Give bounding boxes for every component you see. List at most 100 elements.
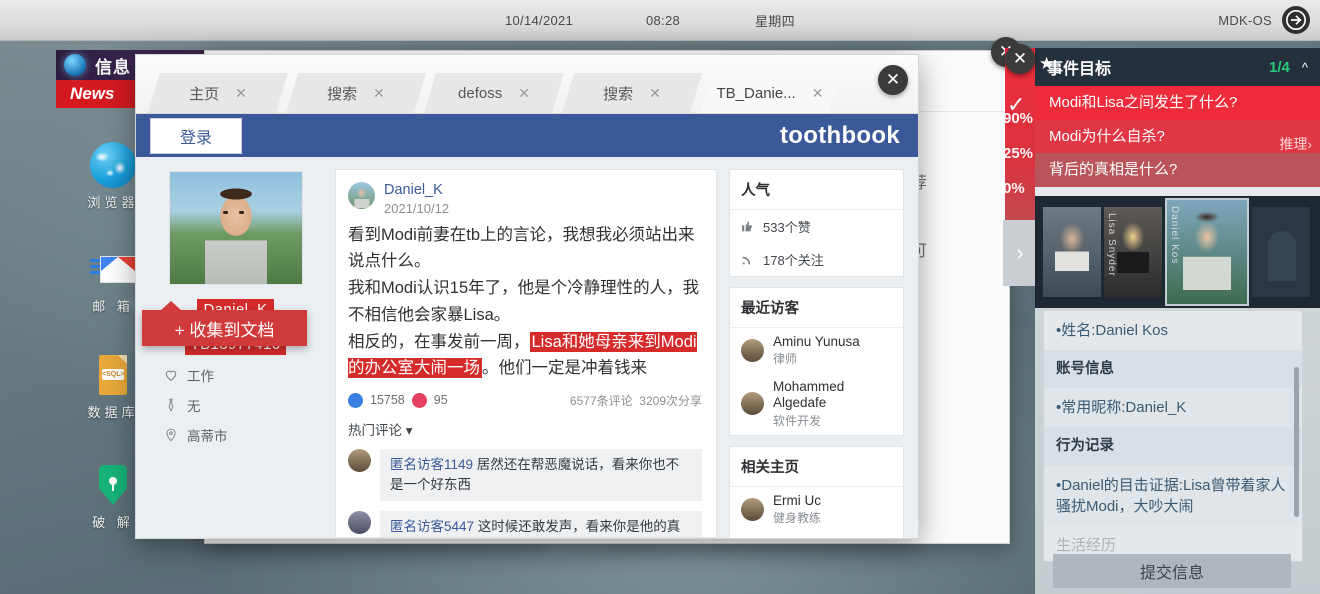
popularity-likes-text: 533个赞 bbox=[763, 220, 811, 235]
visitor-name: Mohammed Algedafe bbox=[773, 379, 845, 411]
hud-close-button[interactable]: ✕ bbox=[1005, 44, 1035, 74]
browser-window[interactable]: 主页 ✕ 搜索 ✕ defoss ✕ 搜索 ✕ TB_Danie... ✕ ✕ … bbox=[135, 54, 919, 539]
site-brand-name: toothbook bbox=[780, 122, 900, 149]
system-time: 08:28 bbox=[646, 12, 681, 28]
info-section-account: 账号信息 bbox=[1044, 350, 1302, 389]
popularity-follows-row: 178个关注 bbox=[730, 243, 903, 276]
suspect-info-box: •姓名:Daniel Kos 账号信息 •常用昵称:Daniel_K 行为记录 … bbox=[1043, 310, 1303, 562]
comment-sort-dropdown[interactable]: 热门评论 ▾ bbox=[348, 419, 702, 439]
popularity-card: 人气 533个赞 178个关注 bbox=[729, 169, 904, 277]
visitor-name: Aminu Yunusa bbox=[773, 334, 860, 349]
post-paragraph-highlighted: 相反的，在事发前一周， Lisa和她母亲来到Modi的办公室大闹一场 。他们一定是冲… bbox=[348, 329, 702, 382]
rss-icon bbox=[742, 256, 751, 265]
suspect-portrait-strip: Lisa Snyder Daniel Kos bbox=[1035, 195, 1320, 308]
suspect-portrait-3-unknown[interactable] bbox=[1252, 206, 1310, 297]
suspect-portrait-0[interactable] bbox=[1043, 206, 1101, 297]
comment-author[interactable]: 匿名访客1149 bbox=[390, 457, 473, 472]
post-author-name[interactable]: Daniel_K bbox=[384, 182, 449, 199]
post-paragraph: 看到Modi前妻在tb上的言论，我想我必须站出来说点什么。 bbox=[348, 225, 695, 271]
comment-item: 匿名访客1149 居然还在帮恶魔说话，看来你也不是一个好东西 bbox=[348, 448, 702, 502]
browser-tab-0[interactable]: 主页 ✕ bbox=[148, 73, 288, 113]
news-widget-title: 信息 bbox=[95, 57, 131, 77]
system-top-bar: 10/14/2021 08:28 星期四 MDK-OS bbox=[0, 0, 1320, 41]
post-like-count: 15758 bbox=[370, 393, 405, 408]
login-button[interactable]: 登录 bbox=[150, 118, 242, 154]
chevron-down-icon: ▾ bbox=[405, 422, 413, 438]
suspect-portrait-label: Daniel Kos bbox=[1169, 205, 1180, 264]
post-paragraph: 我和Modi认识15年了，他是个冷静理性的人，我不相信他会家暴Lisa。 bbox=[348, 279, 700, 324]
post-share-count: 3209次分享 bbox=[639, 393, 702, 408]
progress-percent-3: 0% bbox=[1003, 180, 1025, 197]
hud-header: 事件目标 1/4 ^ bbox=[1035, 48, 1320, 86]
tab-close-icon[interactable]: ✕ bbox=[518, 85, 530, 102]
heart-icon bbox=[165, 370, 177, 381]
related-pages-title: 相关主页 bbox=[730, 447, 903, 487]
post-date: 2021/10/12 bbox=[384, 200, 450, 216]
avatar bbox=[348, 182, 375, 209]
info-section-behavior: 行为记录 bbox=[1044, 427, 1302, 466]
browser-tab-1[interactable]: 搜索 ✕ bbox=[286, 73, 426, 113]
profile-field-value: 工作 bbox=[187, 369, 214, 384]
case-hud-panel: ✕ ★ ✓ 90% 25% 0% › 事件目标 1/4 ^ Modi和Lisa之… bbox=[1003, 44, 1320, 594]
shield-key-icon bbox=[90, 462, 136, 508]
browser-tab-4[interactable]: TB_Danie... ✕ bbox=[700, 73, 840, 113]
progress-percent-1: 90% bbox=[1003, 110, 1034, 127]
tab-close-icon[interactable]: ✕ bbox=[812, 85, 824, 102]
os-logo-icon[interactable] bbox=[1282, 6, 1310, 34]
hud-separator bbox=[1035, 186, 1320, 196]
tab-close-icon[interactable]: ✕ bbox=[373, 85, 385, 102]
related-page-name: Ermi Uc bbox=[773, 492, 821, 508]
mail-icon bbox=[90, 246, 136, 292]
tab-close-icon[interactable]: ✕ bbox=[235, 85, 247, 102]
hud-goal-item[interactable]: 背后的真相是什么? bbox=[1035, 153, 1320, 187]
visitor-role: 软件开发 bbox=[773, 413, 822, 428]
visitor-item[interactable]: Mohammed Algedafe 软件开发 bbox=[730, 373, 903, 434]
globe-icon bbox=[90, 142, 136, 188]
profile-column: Daniel_K TB13977416 工作 无 高蒂市 bbox=[148, 169, 323, 538]
browser-tab-2[interactable]: defoss ✕ bbox=[424, 73, 564, 113]
info-box-scrollbar[interactable] bbox=[1294, 367, 1299, 517]
news-globe-icon bbox=[64, 54, 86, 76]
deduction-button[interactable]: 推理› bbox=[1279, 134, 1312, 154]
hud-goal-item[interactable]: Modi和Lisa之间发生了什么? bbox=[1035, 86, 1320, 120]
heart-icon bbox=[411, 392, 427, 408]
collect-to-document-button[interactable]: + 收集到文档 bbox=[142, 301, 307, 346]
info-row-evidence[interactable]: •Daniel的目击证据:Lisa曾带着家人骚扰Modi，大吵大闹 bbox=[1044, 465, 1302, 526]
site-header: 登录 toothbook bbox=[136, 114, 918, 158]
chevron-up-icon[interactable]: ^ bbox=[1302, 60, 1308, 75]
comment-sort-label: 热门评论 bbox=[348, 422, 402, 438]
related-page-role: 健身教练 bbox=[773, 510, 822, 525]
suspect-portrait-2-selected[interactable]: Daniel Kos bbox=[1165, 197, 1249, 306]
info-row-name: •姓名:Daniel Kos bbox=[1056, 322, 1168, 339]
tab-label: TB_Danie... bbox=[716, 84, 796, 102]
suspect-portrait-label: Lisa Snyder bbox=[1106, 212, 1117, 277]
profile-field-relationship: 无 bbox=[164, 395, 323, 415]
popularity-likes-row: 533个赞 bbox=[730, 210, 903, 243]
visitor-role: 律师 bbox=[773, 352, 798, 367]
profile-field-value: 高蒂市 bbox=[187, 429, 228, 444]
comment-author[interactable]: 匿名访客5447 bbox=[390, 519, 474, 534]
comment-bubble: 匿名访客5447 这时候还敢发声，看来你是他的真心 bbox=[380, 511, 702, 537]
tab-close-icon[interactable]: ✕ bbox=[649, 85, 661, 102]
visitor-item[interactable]: Aminu Yunusa 律师 bbox=[730, 328, 903, 373]
post-comment-count: 6577条评论 bbox=[569, 393, 633, 408]
hud-goal-list: Modi和Lisa之间发生了什么? Modi为什么自杀? 背后的真相是什么? 推… bbox=[1035, 86, 1320, 187]
profile-field-city: 高蒂市 bbox=[164, 425, 323, 445]
progress-percent-2: 25% bbox=[1003, 145, 1034, 162]
post-text-prefix: 相反的，在事发前一周， bbox=[348, 332, 530, 351]
post-stats: 15758 95 6577条评论 3209次分享 bbox=[348, 392, 702, 409]
suspect-portrait-1[interactable]: Lisa Snyder bbox=[1104, 206, 1162, 297]
related-page-item[interactable]: Eva Soares 医生 bbox=[730, 532, 903, 539]
post-heart-count: 95 bbox=[433, 393, 448, 408]
hud-expand-arrow-button[interactable]: › bbox=[1003, 220, 1037, 286]
window-close-button[interactable]: ✕ bbox=[878, 65, 908, 95]
hud-title: 事件目标 bbox=[1047, 61, 1112, 78]
browser-tab-bar: 主页 ✕ 搜索 ✕ defoss ✕ 搜索 ✕ TB_Danie... ✕ ✕ bbox=[136, 55, 918, 114]
hud-goal-item[interactable]: Modi为什么自杀? bbox=[1035, 119, 1320, 153]
info-row-nickname: •常用昵称:Daniel_K bbox=[1044, 388, 1302, 428]
related-page-item[interactable]: Ermi Uc 健身教练 bbox=[730, 487, 903, 532]
browser-tab-3[interactable]: 搜索 ✕ bbox=[562, 73, 702, 113]
profile-field-value: 无 bbox=[187, 399, 201, 414]
submit-info-button[interactable]: 提交信息 bbox=[1053, 554, 1291, 588]
profile-field-work: 工作 bbox=[164, 365, 323, 385]
